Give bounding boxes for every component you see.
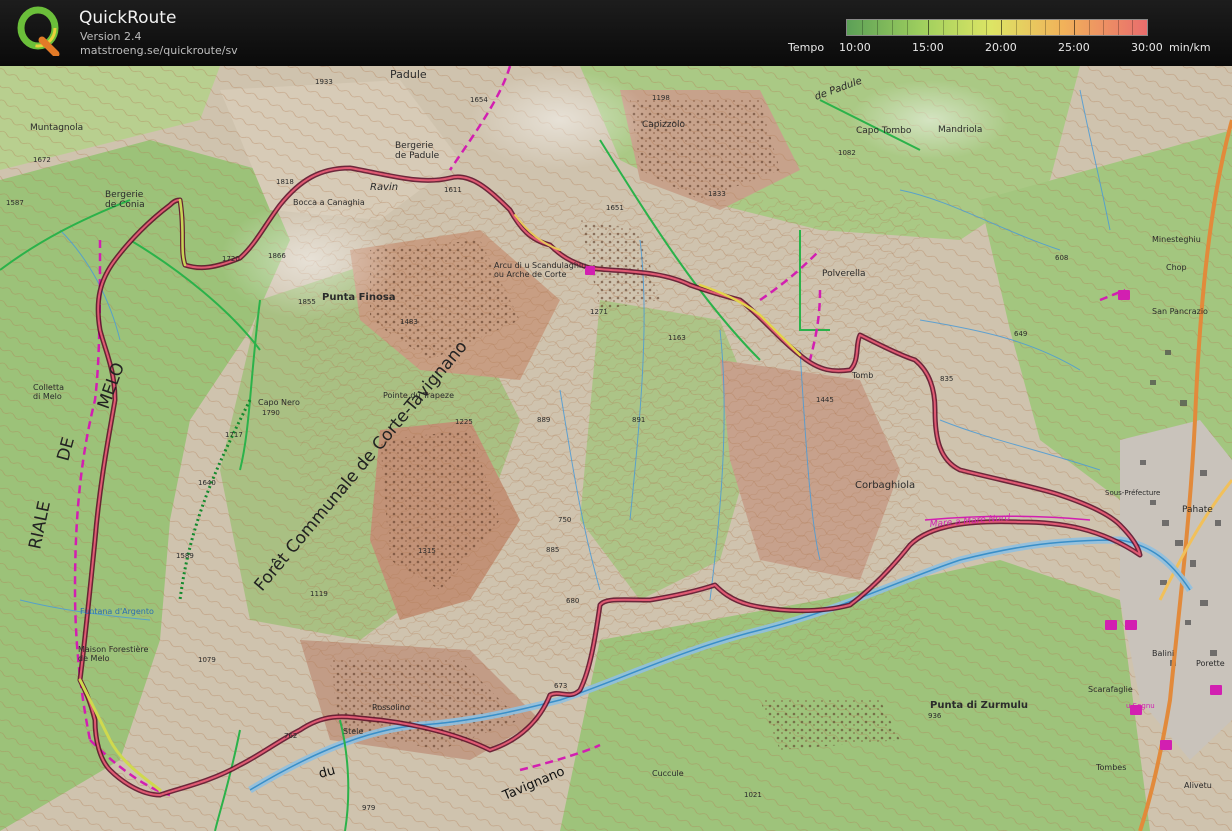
label-tombes: Tombes xyxy=(1095,763,1126,772)
label-cuccule: Cuccule xyxy=(652,769,684,778)
tempo-label: Tempo xyxy=(788,41,825,54)
elevation-label: 835 xyxy=(940,375,953,383)
elevation-label: 1720 xyxy=(222,255,240,263)
elevation-label: 1589 xyxy=(176,552,194,560)
elevation-label: 1717 xyxy=(225,431,243,439)
elevation-label: 1587 xyxy=(6,199,24,207)
elevation-label: 891 xyxy=(632,416,645,424)
tempo-tick-label: 30:00 xyxy=(1131,41,1163,54)
tempo-unit-label: min/km xyxy=(1169,41,1211,54)
elevation-label: 1445 xyxy=(816,396,834,404)
elevation-label: 1818 xyxy=(276,178,294,186)
label-polverella: Polverella xyxy=(822,269,866,279)
label-punta-finosa: Punta Finosa xyxy=(322,292,396,303)
elevation-label: 1271 xyxy=(590,308,608,316)
label-punta-zurmulu: Punta di Zurmulu xyxy=(930,700,1028,711)
map-canvas: Padule Muntagnola Bergerie de Conia Berge… xyxy=(0,66,1232,831)
elevation-label: 1333 xyxy=(708,190,726,198)
label-alivetu: Alivetu xyxy=(1184,781,1212,790)
elevation-label: 1225 xyxy=(455,418,473,426)
label-tomb: Tomb xyxy=(851,371,873,380)
app-url: matstroeng.se/quickroute/sv xyxy=(80,44,238,57)
label-porette: Porette xyxy=(1196,659,1225,668)
label-u-sognu: u Sognu xyxy=(1126,702,1155,710)
elevation-label: 1315 xyxy=(418,547,436,555)
elevation-label: 1483 xyxy=(400,318,418,326)
elevation-label: 1672 xyxy=(33,156,51,164)
elevation-label: 649 xyxy=(1014,330,1027,338)
elevation-label: 750 xyxy=(558,516,571,524)
label-corbaghiola: Corbaghiola xyxy=(855,480,915,491)
elevation-label: 1855 xyxy=(298,298,316,306)
label-pointe-trapeze: Pointe du Trapeze xyxy=(383,391,454,400)
elevation-label: 608 xyxy=(1055,254,1068,262)
label-sous-prefecture: Sous-Préfecture xyxy=(1105,489,1160,497)
elevation-label: 1790 xyxy=(262,409,280,417)
elevation-label: 1079 xyxy=(198,656,216,664)
header-bar: QuickRoute Version 2.4 matstroeng.se/qui… xyxy=(0,0,1232,66)
elevation-label: 1933 xyxy=(315,78,333,86)
label-capizzolo: Capizzolo xyxy=(642,120,685,130)
label-padule: Padule xyxy=(390,68,427,81)
elevation-label: 979 xyxy=(362,804,375,812)
elevation-label: 1198 xyxy=(652,94,670,102)
elevation-label: 673 xyxy=(554,682,567,690)
tempo-tick-label: 15:00 xyxy=(912,41,944,54)
elevation-label: 1119 xyxy=(310,590,328,598)
elevation-label: 762 xyxy=(284,732,297,740)
elevation-label: 885 xyxy=(546,546,559,554)
label-minesteghiu: Minesteghiu xyxy=(1152,235,1201,244)
tempo-tick-label: 20:00 xyxy=(985,41,1017,54)
label-stele: Stele xyxy=(343,727,363,736)
label-funtana-argento: Funtana d'Argento xyxy=(80,607,154,616)
app-version: Version 2.4 xyxy=(80,30,142,43)
elevation-label: 1611 xyxy=(444,186,462,194)
app-title: QuickRoute xyxy=(79,8,177,28)
elevation-label: 889 xyxy=(537,416,550,424)
elevation-label: 1654 xyxy=(470,96,488,104)
elevation-label: 1021 xyxy=(744,791,762,799)
tempo-tick-label: 10:00 xyxy=(839,41,871,54)
label-balini: Balini xyxy=(1152,649,1174,658)
label-bergerie-conia: Bergerie de Conia xyxy=(105,190,145,210)
label-scarafaglie: Scarafaglie xyxy=(1088,685,1133,694)
tempo-tick-label: 25:00 xyxy=(1058,41,1090,54)
label-capo-tombo: Capo Tombo xyxy=(856,126,912,136)
elevation-label: 680 xyxy=(566,597,579,605)
label-ravin: Ravin xyxy=(370,182,398,193)
label-rossolino: Rossolino xyxy=(372,703,410,712)
tempo-color-scale xyxy=(846,19,1148,36)
topographic-map[interactable]: Padule Muntagnola Bergerie de Conia Berge… xyxy=(0,66,1232,831)
label-capo-nero: Capo Nero xyxy=(258,398,300,407)
elevation-label: 1082 xyxy=(838,149,856,157)
elevation-label: 1640 xyxy=(198,479,216,487)
label-mandriola: Mandriola xyxy=(938,125,982,135)
elevation-label: 1866 xyxy=(268,252,286,260)
label-chop: Chop xyxy=(1166,263,1187,272)
quickroute-logo xyxy=(16,6,62,58)
label-san-pancrazio: San Pancrazio xyxy=(1152,307,1208,316)
label-bergerie-padule: Bergerie de Padule xyxy=(395,141,440,161)
elevation-label: 1163 xyxy=(668,334,686,342)
label-pahate: Pahate xyxy=(1182,505,1213,515)
label-colletta: Colletta di Melo xyxy=(33,383,64,401)
elevation-label: 1651 xyxy=(606,204,624,212)
label-muntagnola: Muntagnola xyxy=(30,123,83,133)
label-bocca-canaghia: Bocca a Canaghia xyxy=(293,198,365,207)
elevation-label: 936 xyxy=(928,712,942,720)
